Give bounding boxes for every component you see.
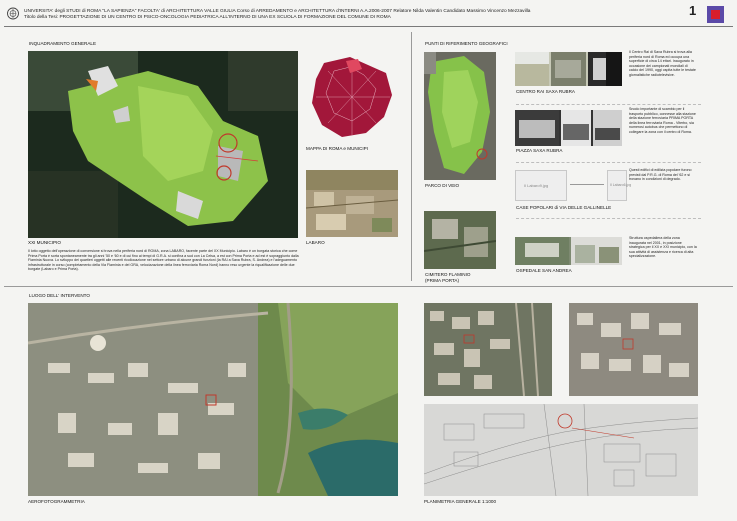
cimitero-flaminio-photo bbox=[424, 211, 496, 269]
caption-aerofotogrammetria: AEROFOTOGRAMMETRIA bbox=[28, 499, 85, 504]
ospedale-photo-strip bbox=[515, 237, 622, 265]
piazza-saxa-photo-strip bbox=[515, 110, 622, 146]
parco-veio-map bbox=[424, 52, 496, 180]
municipio-description: Il lotto oggetto dell'operazione di conv… bbox=[28, 249, 299, 272]
header-divider bbox=[4, 26, 733, 27]
section-divider-vertical bbox=[411, 32, 412, 281]
planimetria-drawing bbox=[424, 404, 698, 496]
piazza-description: Snodo importante di scambio per il trasp… bbox=[629, 107, 696, 134]
header-thesis-title: Titolo della Tesi: PROGETTAZIONE DI UN C… bbox=[24, 15, 391, 20]
rai-separator bbox=[516, 104, 701, 105]
caption-casette: CASE POPOLARI di VIA DELLE GALLINELLE bbox=[516, 205, 612, 210]
section-title-punti: PUNTI DI RIFERIMENTO GEOGRAFICI bbox=[425, 41, 508, 46]
labaro-photo bbox=[306, 170, 398, 237]
casette-separator bbox=[516, 218, 701, 219]
ospedale-description: Struttura ospedaliera della zona inaugur… bbox=[629, 236, 697, 259]
municipio-map bbox=[28, 51, 298, 238]
section-title-inquadramento: INQUADRAMENTO GENERALE bbox=[29, 41, 97, 46]
university-logo bbox=[7, 6, 19, 21]
rai-detail-photo bbox=[606, 52, 622, 86]
caption-labaro: LABARO bbox=[306, 240, 325, 245]
rome-municipi-map bbox=[306, 51, 398, 143]
caption-parco-veio: PARCO DI VEIO bbox=[425, 183, 460, 188]
caption-planimetria: PLANIMETRIA GENERALE 1:1000 bbox=[424, 499, 496, 504]
caption-cimitero-line2: (PRIMA PORTA) bbox=[425, 278, 460, 283]
casette-placeholder-left-text: Il Labaro9.jpg bbox=[524, 183, 549, 188]
aerofotogrammetria-photo bbox=[28, 303, 398, 496]
caption-cimitero-line1: CIMITERO FLAMINIO bbox=[425, 272, 471, 277]
section-divider-horizontal bbox=[4, 286, 733, 287]
aerial-photo-left bbox=[424, 303, 552, 396]
casette-connector bbox=[570, 184, 604, 185]
section-title-luogo: LUOGO DELL' INTERVENTO bbox=[29, 293, 90, 298]
caption-municipio: XXI MUNICIPIO bbox=[28, 240, 61, 245]
sheet-number: 1 bbox=[689, 3, 697, 18]
casette-placeholder-left: Il Labaro9.jpg bbox=[515, 170, 567, 201]
caption-centro-rai: CENTRO RAI SAXA RUBRA bbox=[516, 89, 575, 94]
sheet-emblem bbox=[707, 6, 724, 23]
caption-mappa-roma: MAPPA DI ROMA e MUNICIPI bbox=[306, 146, 368, 151]
caption-ospedale: OSPEDALE SAN ANDREA bbox=[516, 268, 572, 273]
casette-placeholder-right-text: Il Labaro6.jpg bbox=[610, 183, 632, 187]
caption-piazza-saxa: PIAZZA SAXA RUBRA bbox=[516, 148, 563, 153]
rai-description: Il Centro Rai di Saxa Rubra si trova all… bbox=[629, 50, 696, 77]
casette-placeholder-right: Il Labaro6.jpg bbox=[607, 170, 631, 201]
piazza-separator bbox=[516, 162, 701, 163]
casette-description: Questi edifici di edilizia popolare furo… bbox=[629, 168, 692, 182]
thesis-sheet: UNIVERSITA' degli STUDI di ROMA "LA SAPI… bbox=[0, 0, 737, 521]
aerial-photo-right bbox=[569, 303, 698, 396]
